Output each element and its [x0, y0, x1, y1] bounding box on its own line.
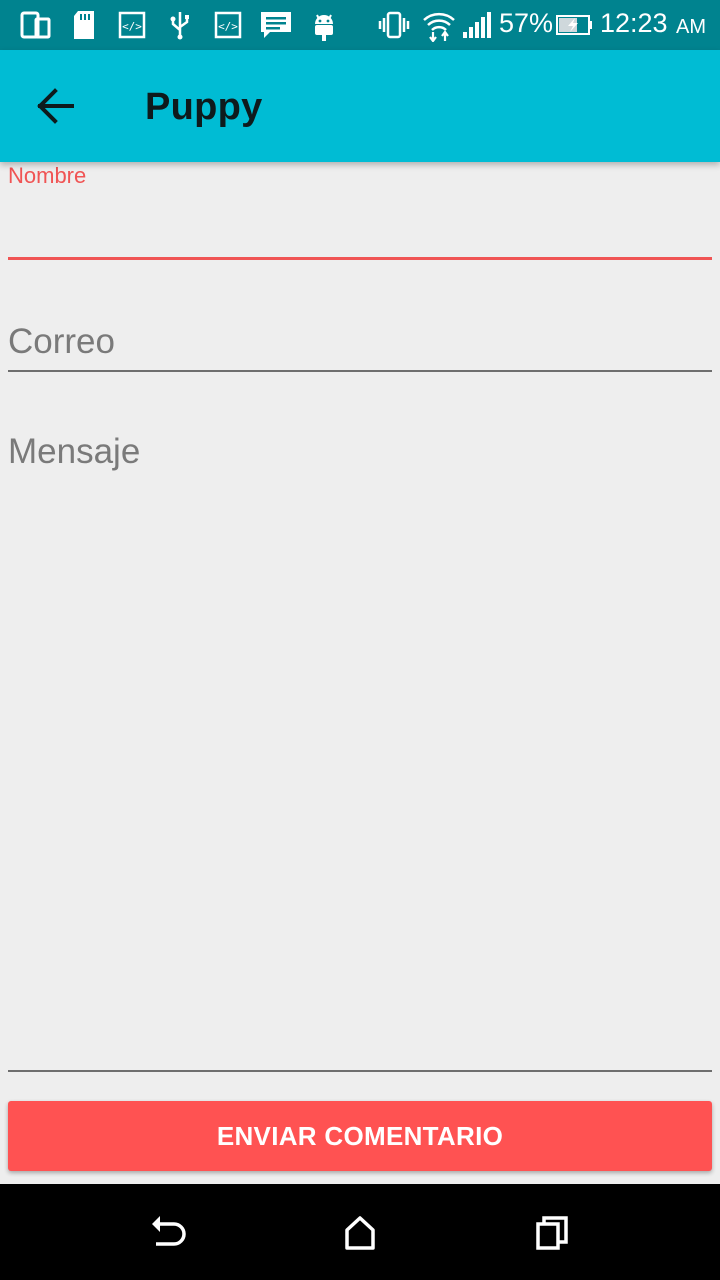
nombre-label: Nombre: [8, 163, 87, 188]
usb-icon: [170, 12, 189, 40]
navigation-bar: [0, 1184, 720, 1280]
enviar-comentario-button[interactable]: ENVIAR COMENTARIO: [8, 1101, 712, 1171]
back-nav-icon: [152, 1216, 186, 1246]
correo-field[interactable]: [8, 300, 712, 372]
page-title: Puppy: [145, 86, 263, 128]
status-bar: </> </> 57% 12:23 AM: [0, 0, 720, 50]
home-icon: [345, 1216, 375, 1250]
nav-back-button[interactable]: [138, 1210, 198, 1256]
code-icon: </>: [118, 11, 146, 39]
signal-icon: [463, 12, 491, 38]
battery-charging-icon: [556, 15, 592, 35]
correo-underline: [8, 370, 712, 372]
android-icon: [315, 14, 333, 41]
sd-card-icon: [74, 11, 94, 39]
vibrate-icon: [378, 11, 410, 39]
svg-text:</>: </>: [218, 20, 238, 33]
nombre-field[interactable]: [8, 196, 716, 254]
clock-time: 12:23: [600, 8, 668, 38]
clock-ampm: AM: [676, 16, 706, 38]
wifi-icon: [423, 12, 455, 42]
nav-recents-button[interactable]: [522, 1210, 582, 1256]
nav-home-button[interactable]: [330, 1210, 390, 1256]
arrow-back-icon: [37, 88, 74, 124]
recents-icon: [536, 1216, 568, 1250]
mensaje-underline: [8, 1070, 712, 1072]
svg-text:</>: </>: [122, 20, 142, 33]
message-icon: [261, 12, 291, 38]
nombre-underline: [8, 257, 712, 260]
back-button[interactable]: [26, 80, 86, 132]
app-bar: Puppy: [0, 50, 720, 162]
code-icon: </>: [214, 11, 242, 39]
mensaje-field[interactable]: [8, 410, 712, 1072]
screen-mirror-icon: [20, 11, 51, 39]
battery-percent: 57%: [499, 8, 554, 38]
